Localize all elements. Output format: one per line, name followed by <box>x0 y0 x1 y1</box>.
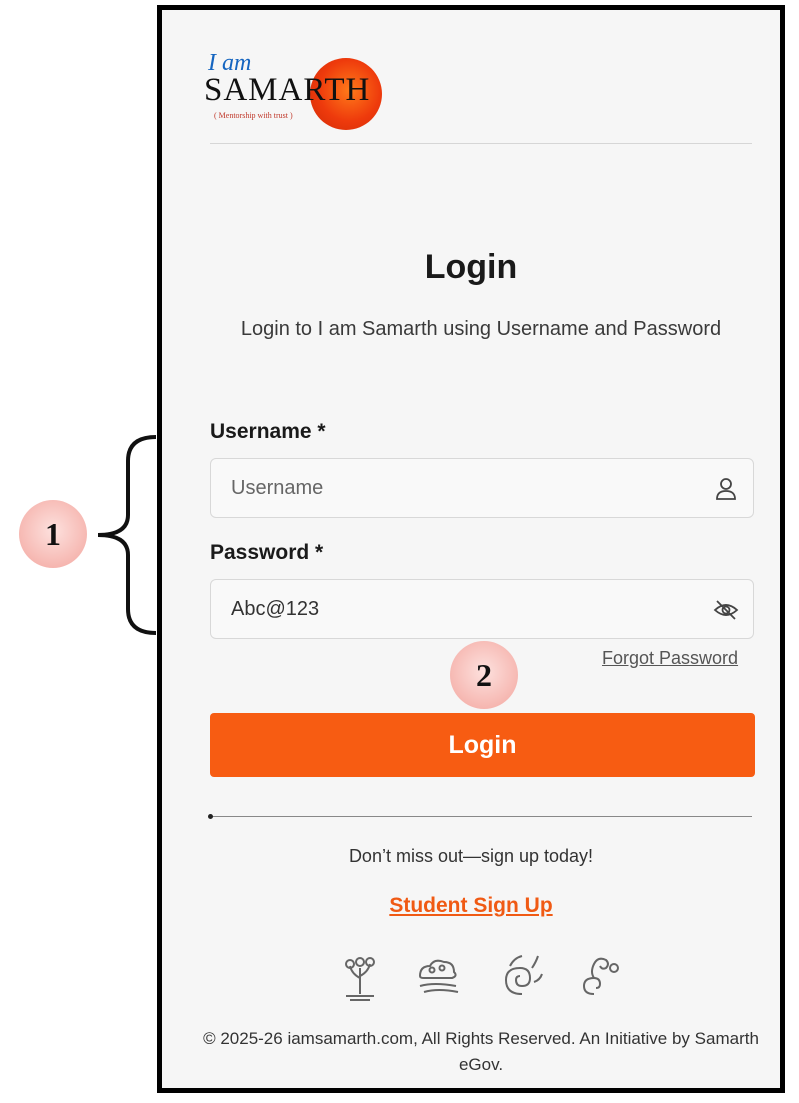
login-screen: I am SAMARTH ( Mentorship with trust ) L… <box>157 5 785 1093</box>
sapling-icon <box>345 957 375 1001</box>
eye-off-icon[interactable] <box>713 597 739 623</box>
header-divider <box>210 143 752 144</box>
curly-brace <box>97 435 157 635</box>
spiral-icon <box>582 957 619 995</box>
callout-1: 1 <box>19 500 87 568</box>
logo-word: SAMARTH <box>204 72 371 108</box>
page-subtitle: Login to I am Samarth using Username and… <box>240 318 722 340</box>
user-icon <box>716 478 736 500</box>
divider <box>208 814 752 819</box>
samarth-logo[interactable]: I am SAMARTH ( Mentorship with trust ) <box>204 50 424 130</box>
forgot-password-link[interactable]: Forgot Password <box>602 648 738 669</box>
divider-dot <box>208 814 213 819</box>
signup-tagline: Don’t miss out—sign up today! <box>348 846 594 866</box>
password-label: Password * <box>210 541 324 564</box>
cloud-wind-icon <box>418 959 459 993</box>
username-label: Username * <box>210 420 326 443</box>
username-field[interactable] <box>210 458 754 518</box>
callout-2: 2 <box>450 641 518 709</box>
login-button[interactable]: Login <box>210 713 755 777</box>
password-field[interactable] <box>210 579 754 639</box>
student-signup-link[interactable]: Student Sign Up <box>162 894 780 918</box>
logo-tagline: ( Mentorship with trust ) <box>214 111 293 120</box>
footer-copyright: © 2025-26 iamsamarth.com, All Rights Res… <box>203 1029 759 1074</box>
username-input[interactable] <box>211 459 753 517</box>
page-title: Login <box>424 248 518 286</box>
swirl-wind-icon <box>504 955 543 995</box>
password-input[interactable] <box>211 580 753 638</box>
